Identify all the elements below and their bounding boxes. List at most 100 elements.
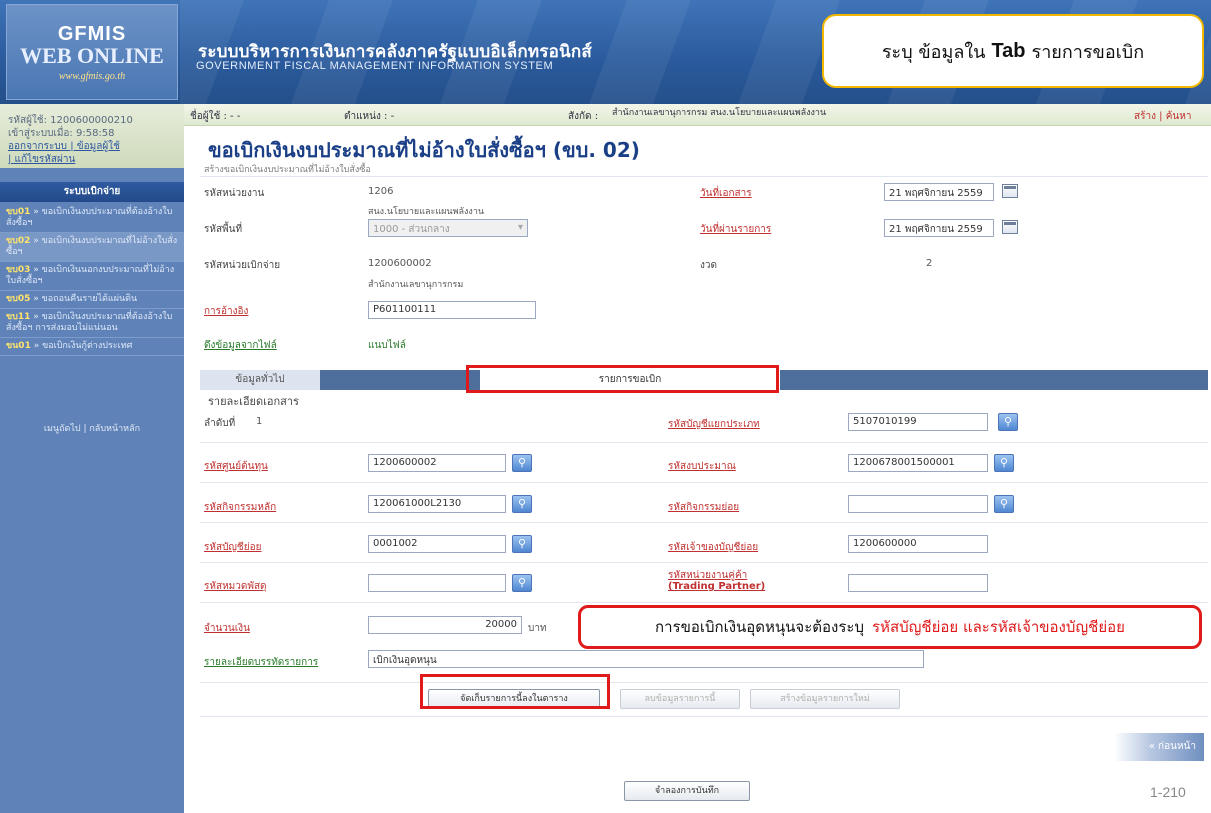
cost-center-input[interactable]: 1200600002 bbox=[368, 454, 506, 472]
sidebar-item-kb05[interactable]: ขบ05 » ขอถอนคืนรายได้แผ่นดิน bbox=[0, 291, 184, 309]
sub-activity-input[interactable] bbox=[848, 495, 988, 513]
page-number: 1-210 bbox=[1150, 784, 1186, 800]
sub-account-owner-label: รหัสเจ้าของบัญชีย่อย bbox=[668, 542, 759, 553]
menu-code: ขบ02 bbox=[6, 236, 31, 246]
material-group-input[interactable] bbox=[368, 574, 506, 592]
tab-general[interactable]: ข้อมูลทั่วไป bbox=[200, 370, 320, 390]
cost-center-label: รหัสศูนย์ต้นทุน bbox=[204, 461, 268, 472]
menu-label: » ขอถอนคืนรายได้แผ่นดิน bbox=[30, 294, 138, 304]
budget-code-input[interactable]: 1200678001500001 bbox=[848, 454, 988, 472]
line-description-label: รายละเอียดบรรทัดรายการ bbox=[204, 657, 319, 668]
menu-label: » ขอเบิกเงินงบประมาณที่ต้องอ้างใบสั่งซื้… bbox=[6, 312, 173, 333]
sidebar-footer-links[interactable]: เมนูถัดไป | กลับหน้าหลัก bbox=[0, 421, 184, 435]
change-password-link[interactable]: | แก้ไขรหัสผ่าน bbox=[8, 153, 178, 166]
sub-account-owner-input[interactable]: 1200600000 bbox=[848, 535, 988, 553]
disb-unit-value: 1200600002 bbox=[368, 258, 432, 269]
sidebar-menu: ขบ01 » ขอเบิกเงินงบประมาณที่ต้องอ้างใบสั… bbox=[0, 204, 184, 356]
callout-mid-red-text: รหัสบัญชีย่อย และรหัสเจ้าของบัญชีย่อย bbox=[872, 618, 1125, 636]
menu-code: ขบ01 bbox=[6, 207, 31, 217]
search-icon[interactable]: ⚲ bbox=[994, 495, 1014, 513]
sidebar-item-kb01[interactable]: ขบ01 » ขอเบิกเงินงบประมาณที่ต้องอ้างใบสั… bbox=[0, 204, 184, 233]
simulate-save-button[interactable]: จำลองการบันทึก bbox=[624, 781, 750, 801]
post-date-label: วันที่ผ่านรายการ bbox=[700, 224, 772, 235]
callout-suffix: รายการขอเบิก bbox=[1031, 41, 1145, 63]
sidebar-title: ระบบเบิกจ่าย bbox=[0, 182, 184, 202]
logo-subtitle: WEB ONLINE bbox=[20, 43, 164, 68]
period-label: งวด bbox=[700, 260, 717, 271]
reference-label[interactable]: การอ้างอิง bbox=[204, 304, 248, 319]
line-description-input[interactable]: เบิกเงินอุดหนุน bbox=[368, 650, 924, 668]
agency-code-value: 1206 bbox=[368, 186, 394, 197]
sidebar: รหัสผู้ใช้: 1200600000210 เข้าสู่ระบบเมื… bbox=[0, 104, 184, 813]
create-search-links[interactable]: สร้าง | ค้นหา bbox=[1134, 109, 1191, 124]
calendar-icon[interactable] bbox=[1002, 220, 1018, 234]
attach-file-link[interactable]: แนบไฟล์ bbox=[368, 338, 406, 353]
disb-unit-name: สำนักงานเลขานุการกรม bbox=[368, 280, 464, 290]
search-icon[interactable]: ⚲ bbox=[512, 495, 532, 513]
divider bbox=[200, 176, 1208, 177]
new-item-button[interactable]: สร้างข้อมูลรายการใหม่ bbox=[750, 689, 900, 709]
search-icon[interactable]: ⚲ bbox=[994, 454, 1014, 472]
period-value: 2 bbox=[926, 258, 933, 269]
page-subtitle: สร้างขอเบิกเงินงบประมาณที่ไม่อ้างใบสั่งซ… bbox=[204, 165, 371, 175]
menu-code: ขน01 bbox=[6, 341, 31, 351]
trading-partner-input[interactable] bbox=[848, 574, 988, 592]
gl-account-label: รหัสบัญชีแยกประเภท bbox=[668, 419, 760, 430]
login-time: เข้าสู่ระบบเมื่อ: 9:58:58 bbox=[8, 128, 115, 139]
logout-link[interactable]: ออกจากระบบ | ข้อมูลผู้ใช้ bbox=[8, 140, 178, 153]
search-icon[interactable]: ⚲ bbox=[998, 413, 1018, 431]
menu-label: » ขอเบิกเงินงบประมาณที่ไม่อ้างใบสั่งซื้อ… bbox=[6, 236, 178, 257]
search-icon[interactable]: ⚲ bbox=[512, 574, 532, 592]
load-file-label[interactable]: ดึงข้อมูลจากไฟล์ bbox=[204, 338, 277, 353]
callout-mid-text: การขอเบิกเงินอุดหนุนจะต้องระบุ bbox=[655, 618, 864, 636]
delete-item-button[interactable]: ลบข้อมูลรายการนี้ bbox=[620, 689, 740, 709]
budget-code-label: รหัสงบประมาณ bbox=[668, 461, 736, 472]
back-button[interactable]: « ก่อนหน้า bbox=[1114, 733, 1204, 761]
user-code: รหัสผู้ใช้: 1200600000210 bbox=[8, 115, 133, 126]
area-code-value: 1000 - ส่วนกลาง bbox=[373, 224, 450, 235]
sidebar-item-kb02[interactable]: ขบ02 » ขอเบิกเงินงบประมาณที่ไม่อ้างใบสั่… bbox=[0, 233, 184, 262]
menu-code: ขบ03 bbox=[6, 265, 31, 275]
search-icon[interactable]: ⚲ bbox=[512, 535, 532, 553]
menu-label: » ขอเบิกเงินกู้ต่างประเทศ bbox=[30, 341, 133, 351]
material-group-label: รหัสหมวดพัสดุ bbox=[204, 581, 267, 592]
area-code-select[interactable]: 1000 - ส่วนกลาง ▾ bbox=[368, 219, 528, 237]
main-activity-input[interactable]: 120061000L2130 bbox=[368, 495, 506, 513]
doc-date-input[interactable]: 21 พฤศจิกายน 2559 bbox=[884, 183, 994, 201]
search-icon[interactable]: ⚲ bbox=[512, 454, 532, 472]
gl-account-input[interactable]: 5107010199 bbox=[848, 413, 988, 431]
sidebar-item-kn01[interactable]: ขน01 » ขอเบิกเงินกู้ต่างประเทศ bbox=[0, 338, 184, 356]
save-button-highlight-box bbox=[420, 674, 610, 709]
menu-label: » ขอเบิกเงินงบประมาณที่ต้องอ้างใบสั่งซื้… bbox=[6, 207, 173, 228]
reference-input[interactable]: P601100111 bbox=[368, 301, 536, 319]
callout-bold: Tab bbox=[991, 39, 1026, 62]
agency-code-label: รหัสหน่วยงาน bbox=[204, 188, 265, 199]
sidebar-item-kb03[interactable]: ขบ03 » ขอเบิกเงินนอกงบประมาณที่ไม่อ้างใบ… bbox=[0, 262, 184, 291]
main-activity-label: รหัสกิจกรรมหลัก bbox=[204, 502, 277, 513]
divider bbox=[200, 442, 1208, 443]
divider bbox=[200, 602, 1208, 603]
seq-label: ลำดับที่ bbox=[204, 418, 236, 429]
chevron-down-icon: ▾ bbox=[517, 222, 523, 233]
divider bbox=[200, 716, 1208, 717]
amount-unit: บาท bbox=[528, 623, 547, 634]
user-info-bar: ชื่อผู้ใช้ : - - ตำแหน่ง : - สังกัด : สำ… bbox=[184, 104, 1211, 126]
sidebar-item-kb11[interactable]: ขบ11 » ขอเบิกเงินงบประมาณที่ต้องอ้างใบสั… bbox=[0, 309, 184, 338]
trading-partner-label-en: (Trading Partner) bbox=[668, 581, 766, 592]
detail-section-title: รายละเอียดเอกสาร bbox=[208, 395, 299, 408]
disb-unit-label: รหัสหน่วยเบิกจ่าย bbox=[204, 260, 281, 271]
sub-account-label: รหัสบัญชีย่อย bbox=[204, 542, 262, 553]
post-date-input[interactable]: 21 พฤศจิกายน 2559 bbox=[884, 219, 994, 237]
calendar-icon[interactable] bbox=[1002, 184, 1018, 198]
sub-account-input[interactable]: 0001002 bbox=[368, 535, 506, 553]
user-label: ชื่อผู้ใช้ : - - bbox=[190, 111, 241, 122]
instruction-callout: ระบุ ข้อมูลใน Tab รายการขอเบิก bbox=[822, 14, 1204, 88]
gfmis-logo: GFMIS WEB ONLINE www.gfmis.go.th bbox=[6, 4, 178, 100]
amount-input[interactable]: 20000 bbox=[368, 616, 522, 634]
user-panel: รหัสผู้ใช้: 1200600000210 เข้าสู่ระบบเมื… bbox=[0, 104, 184, 168]
agency-name: สนง.นโยบายและแผนพลังงาน bbox=[368, 207, 485, 217]
requirement-callout: การขอเบิกเงินอุดหนุนจะต้องระบุ รหัสบัญชี… bbox=[578, 605, 1202, 649]
divider bbox=[200, 482, 1208, 483]
seq-value: 1 bbox=[256, 416, 263, 427]
system-name-english: GOVERNMENT FISCAL MANAGEMENT INFORMATION… bbox=[196, 60, 554, 72]
